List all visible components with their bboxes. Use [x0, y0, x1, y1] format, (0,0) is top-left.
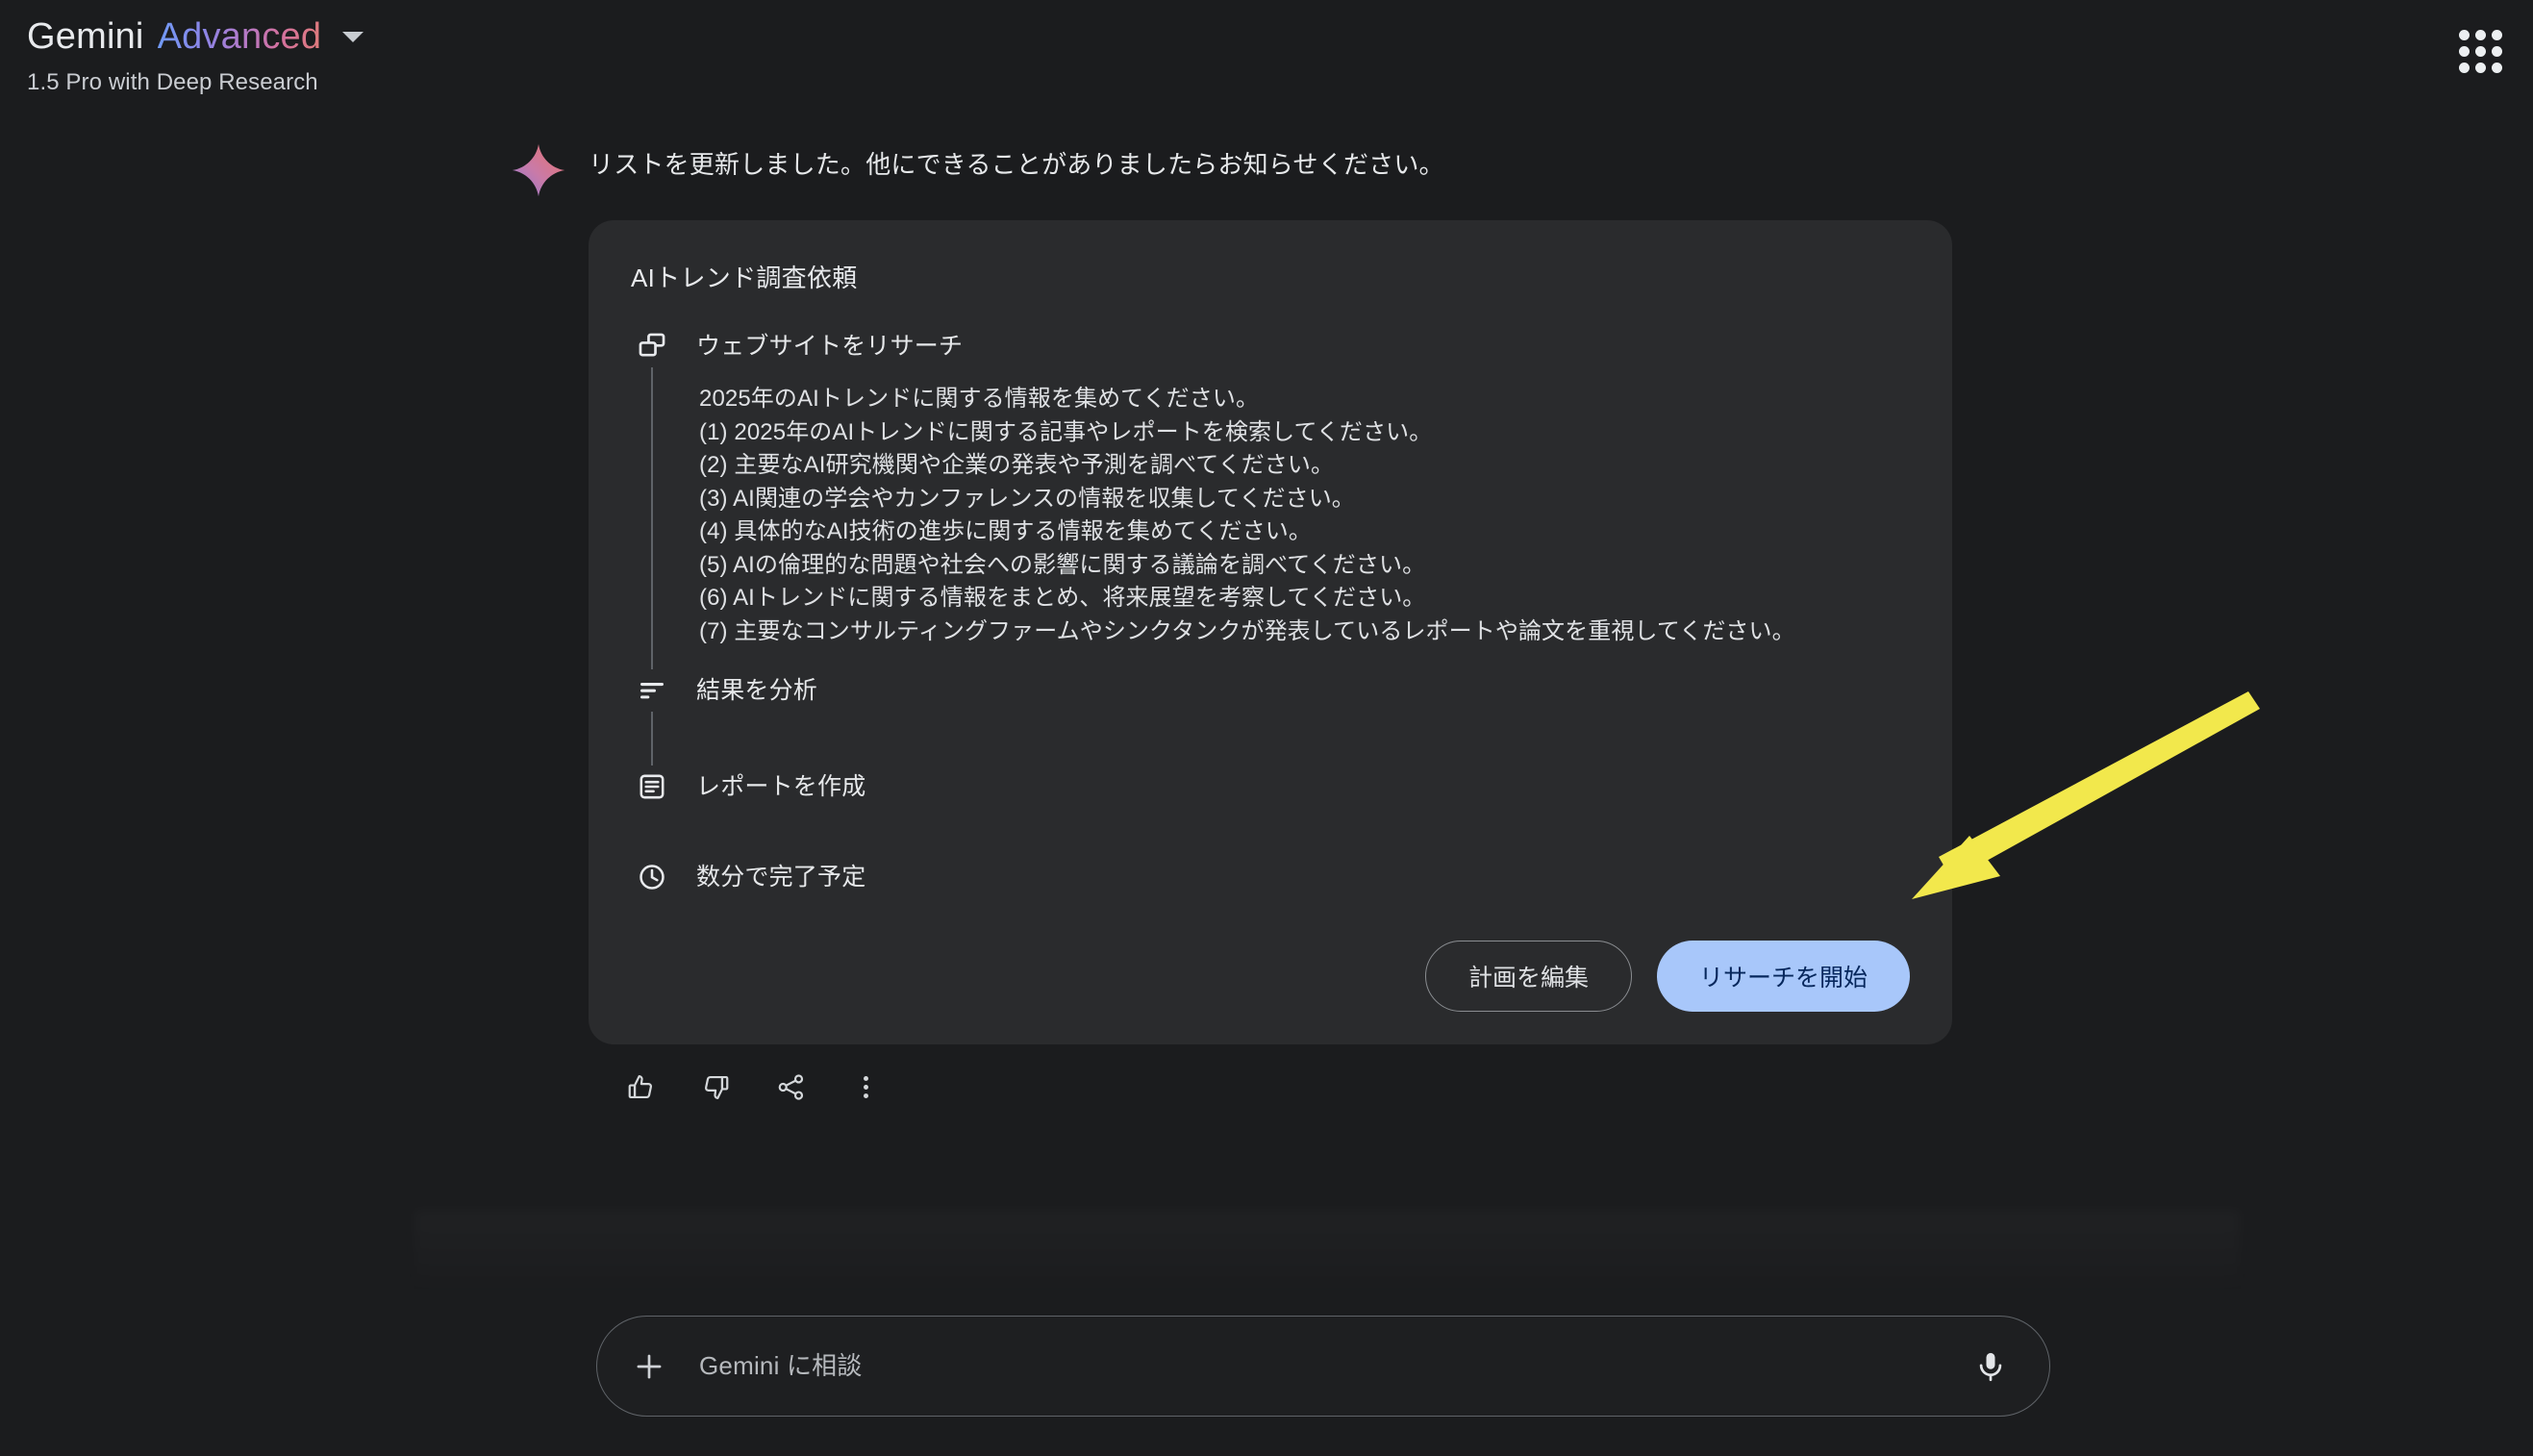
plan-step-label: 数分で完了予定 [696, 864, 866, 891]
edit-plan-button[interactable]: 計画を編集 [1424, 941, 1632, 1013]
message-action-bar [619, 1066, 1964, 1108]
plan-step-label: ウェブサイトをリサーチ [696, 333, 964, 360]
research-detail-line: (6) AIトレンドに関する情報をまとめ、将来展望を考察してください。 [699, 585, 1426, 612]
apps-grid-dot [2459, 30, 2470, 40]
research-detail-line: (3) AI関連の学会やカンファレンスの情報を収集してください。 [699, 485, 1355, 512]
plus-icon[interactable] [626, 1343, 672, 1390]
model-subtitle: 1.5 Pro with Deep Research [27, 68, 318, 95]
apps-grid-dot [2475, 63, 2486, 73]
research-detail-line: (7) 主要なコンサルティングファームやシンクタンクが発表しているレポートや論文… [699, 617, 1795, 644]
web-windows-icon [631, 325, 673, 367]
analyze-bars-icon [631, 669, 673, 712]
brand-word-advanced: Advanced [157, 16, 322, 57]
plan-card-title: AIトレンド調査依頼 [631, 264, 858, 292]
step-connector-line [651, 712, 653, 766]
assistant-message: リストを更新しました。他にできることがありましたらお知らせください。 [589, 150, 1444, 179]
brand-block: Gemini Advanced 1.5 Pro with Deep Researc… [27, 16, 364, 96]
microphone-icon[interactable] [1967, 1343, 2015, 1391]
chevron-down-icon[interactable] [342, 32, 364, 43]
clock-icon [631, 856, 673, 898]
research-detail-line: 2025年のAIトレンドに関する情報を集めてください。 [699, 386, 1260, 412]
thumb-down-icon[interactable] [694, 1066, 737, 1108]
apps-grid-dot [2492, 30, 2502, 40]
research-detail-line: (1) 2025年のAIトレンドに関する記事やレポートを検索してください。 [699, 418, 1433, 445]
apps-grid-dot [2492, 46, 2502, 57]
apps-grid-dot [2492, 63, 2502, 73]
brand-word-gemini: Gemini [27, 16, 144, 57]
more-vert-icon[interactable] [844, 1066, 887, 1108]
composer-input[interactable] [699, 1351, 1967, 1381]
plan-step-eta: 数分で完了予定 [631, 856, 1910, 898]
plan-step-analyze-results[interactable]: 結果を分析 [631, 669, 1910, 712]
model-selector[interactable]: Gemini Advanced [27, 16, 364, 58]
conversation-area: リストを更新しました。他にできることがありましたらお知らせください。 AIトレン… [0, 125, 2533, 1108]
document-article-icon [631, 766, 673, 808]
plan-step-create-report[interactable]: レポートを作成 [631, 766, 1910, 808]
apps-grid-dot [2459, 46, 2470, 57]
gemini-sparkle-icon [512, 143, 565, 197]
plan-card-actions: 計画を編集 リサーチを開始 [631, 941, 1910, 1013]
apps-grid-dot [2475, 46, 2486, 57]
apps-grid-dot [2475, 30, 2486, 40]
research-detail-line: (2) 主要なAI研究機関や企業の発表や予測を調べてください。 [699, 452, 1335, 479]
research-detail-list: 2025年のAIトレンドに関する情報を集めてください。 (1) 2025年のAI… [651, 367, 1910, 670]
composer-bar[interactable] [596, 1316, 2050, 1417]
research-plan-card: AIトレンド調査依頼 ウェブサイトをリサーチ 2025年のAIトレンドに関する情… [589, 220, 1952, 1045]
plan-step-research-websites[interactable]: ウェブサイトをリサーチ [631, 325, 1910, 367]
research-detail-line: (4) 具体的なAI技術の進歩に関する情報を集めてください。 [699, 518, 1312, 545]
thumb-up-icon[interactable] [619, 1066, 662, 1108]
plan-step-label: レポートを作成 [696, 773, 866, 801]
assistant-turn: リストを更新しました。他にできることがありましたらお知らせください。 AIトレン… [512, 125, 1964, 1108]
page-title: Gemini Advanced [27, 16, 322, 58]
apps-grid-dot [2459, 63, 2470, 73]
apps-grid-icon[interactable] [2456, 27, 2502, 73]
share-icon[interactable] [769, 1066, 812, 1108]
scrolled-content-fade [414, 1210, 2241, 1294]
plan-step-label: 結果を分析 [696, 677, 818, 705]
research-detail-line: (5) AIの倫理的な問題や社会への影響に関する議論を調べてください。 [699, 551, 1426, 578]
app-header: Gemini Advanced 1.5 Pro with Deep Researc… [0, 0, 2533, 125]
start-research-button[interactable]: リサーチを開始 [1656, 941, 1910, 1013]
